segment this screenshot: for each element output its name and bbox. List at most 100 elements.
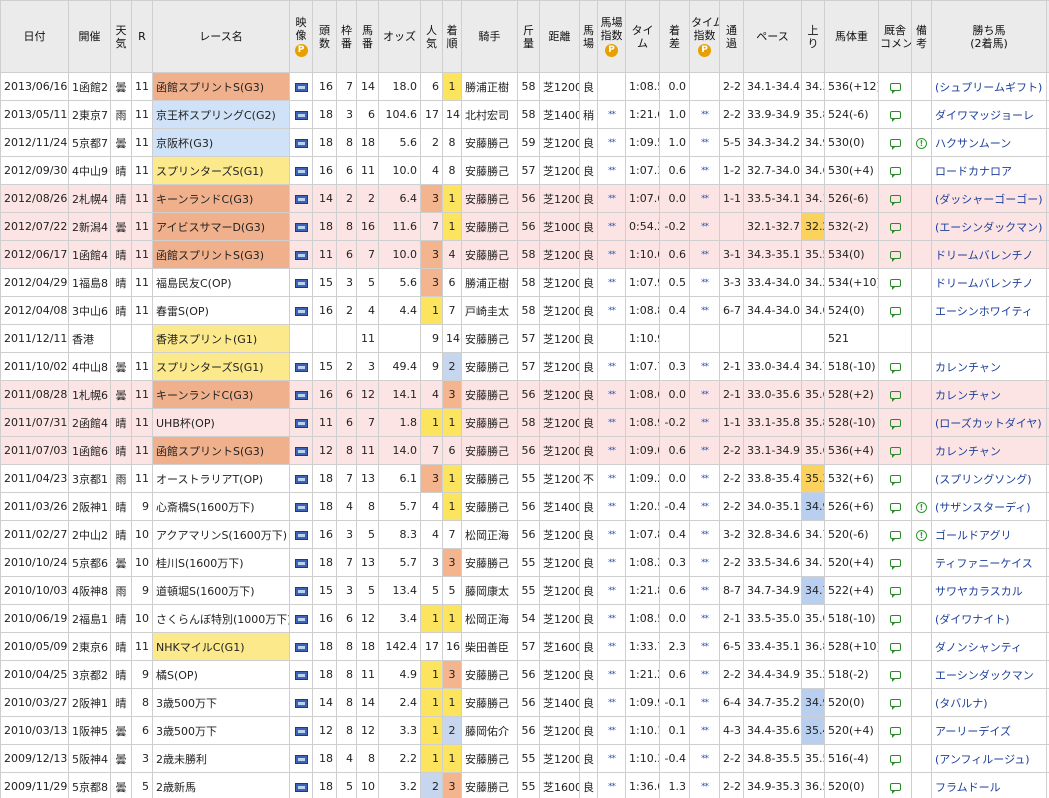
cell-race-name[interactable]: 函館スプリントS(G3) bbox=[152, 72, 290, 101]
cell-stable-comment[interactable] bbox=[878, 520, 912, 549]
header-remarks[interactable]: 備考 bbox=[911, 0, 932, 73]
cell-stable-comment[interactable] bbox=[878, 660, 912, 689]
cell-winner[interactable]: カレンチャン bbox=[931, 436, 1047, 465]
cell-stable-comment[interactable] bbox=[878, 128, 912, 157]
cell-winner[interactable]: サワヤカラスカル bbox=[931, 576, 1047, 605]
cell-video[interactable] bbox=[289, 716, 313, 745]
comment-bubble-icon[interactable] bbox=[889, 783, 901, 794]
cell-jockey[interactable]: 勝浦正樹 bbox=[461, 268, 518, 297]
cell-venue[interactable]: 5京都6 bbox=[68, 548, 111, 577]
header-body-weight[interactable]: 馬体重 bbox=[824, 0, 879, 73]
video-icon[interactable] bbox=[294, 110, 308, 120]
video-icon[interactable] bbox=[294, 754, 308, 764]
cell-stable-comment[interactable] bbox=[878, 492, 912, 521]
cell-date[interactable]: 2010/04/25 bbox=[0, 660, 69, 689]
cell-jockey[interactable]: 安藤勝己 bbox=[461, 184, 518, 213]
header-odds[interactable]: オッズ bbox=[378, 0, 421, 73]
cell-remarks[interactable] bbox=[911, 436, 932, 465]
cell-remarks[interactable] bbox=[911, 744, 932, 773]
cell-remarks[interactable] bbox=[911, 100, 932, 129]
cell-remarks[interactable] bbox=[911, 352, 932, 381]
comment-bubble-icon[interactable] bbox=[889, 587, 901, 598]
comment-bubble-icon[interactable] bbox=[889, 671, 901, 682]
cell-video[interactable] bbox=[289, 296, 313, 325]
cell-venue[interactable]: 3京都2 bbox=[68, 660, 111, 689]
cell-video[interactable] bbox=[289, 436, 313, 465]
cell-jockey[interactable]: 安藤勝己 bbox=[461, 436, 518, 465]
comment-bubble-icon[interactable] bbox=[889, 559, 901, 570]
comment-bubble-icon[interactable] bbox=[889, 307, 901, 318]
video-icon[interactable] bbox=[294, 614, 308, 624]
remark-alert-icon[interactable]: ! bbox=[916, 501, 927, 513]
cell-video[interactable] bbox=[289, 464, 313, 493]
cell-stable-comment[interactable] bbox=[878, 576, 912, 605]
cell-venue[interactable]: 2中山2 bbox=[68, 520, 111, 549]
cell-date[interactable]: 2011/07/31 bbox=[0, 408, 69, 437]
cell-video[interactable] bbox=[289, 352, 313, 381]
cell-date[interactable]: 2009/11/29 bbox=[0, 772, 69, 798]
comment-bubble-icon[interactable] bbox=[889, 279, 901, 290]
cell-race-name[interactable]: キーンランドC(G3) bbox=[152, 380, 290, 409]
header-distance[interactable]: 距離 bbox=[539, 0, 580, 73]
cell-winner[interactable]: ダイワマッジョーレ bbox=[931, 100, 1047, 129]
cell-remarks[interactable] bbox=[911, 464, 932, 493]
cell-winner[interactable]: ハクサンムーン bbox=[931, 128, 1047, 157]
cell-winner[interactable]: (スプリングソング) bbox=[931, 464, 1047, 493]
cell-date[interactable]: 2010/05/09 bbox=[0, 632, 69, 661]
header-passing[interactable]: 通過 bbox=[719, 0, 744, 73]
cell-date[interactable]: 2010/10/03 bbox=[0, 576, 69, 605]
cell-video[interactable] bbox=[289, 576, 313, 605]
cell-stable-comment[interactable] bbox=[878, 72, 912, 101]
cell-date[interactable]: 2011/07/03 bbox=[0, 436, 69, 465]
cell-date[interactable]: 2011/08/28 bbox=[0, 380, 69, 409]
cell-remarks[interactable] bbox=[911, 212, 932, 241]
cell-race-name[interactable]: 桂川S(1600万下) bbox=[152, 548, 290, 577]
cell-stable-comment[interactable] bbox=[878, 156, 912, 185]
video-icon[interactable] bbox=[294, 362, 308, 372]
comment-bubble-icon[interactable] bbox=[889, 447, 901, 458]
cell-date[interactable]: 2013/05/11 bbox=[0, 100, 69, 129]
cell-venue[interactable]: 5阪神4 bbox=[68, 744, 111, 773]
comment-bubble-icon[interactable] bbox=[889, 699, 901, 710]
cell-stable-comment[interactable] bbox=[878, 716, 912, 745]
cell-video[interactable] bbox=[289, 324, 313, 353]
header-gate[interactable]: 枠番 bbox=[336, 0, 357, 73]
cell-jockey[interactable]: 松岡正海 bbox=[461, 520, 518, 549]
cell-winner[interactable]: ティファニーケイス bbox=[931, 548, 1047, 577]
comment-bubble-icon[interactable] bbox=[889, 111, 901, 122]
cell-remarks[interactable]: ! bbox=[911, 520, 932, 549]
cell-race-name[interactable]: 2歳新馬 bbox=[152, 772, 290, 798]
cell-race-name[interactable]: スプリンターズS(G1) bbox=[152, 156, 290, 185]
video-icon[interactable] bbox=[294, 278, 308, 288]
cell-date[interactable]: 2010/03/27 bbox=[0, 688, 69, 717]
cell-jockey[interactable]: 北村宏司 bbox=[461, 100, 518, 129]
video-icon[interactable] bbox=[294, 530, 308, 540]
cell-race-name[interactable]: 3歳500万下 bbox=[152, 688, 290, 717]
cell-winner[interactable]: カレンチャン bbox=[931, 380, 1047, 409]
cell-remarks[interactable] bbox=[911, 296, 932, 325]
header-time-index[interactable]: タイム指数P bbox=[689, 0, 720, 73]
cell-stable-comment[interactable] bbox=[878, 436, 912, 465]
cell-winner[interactable]: フラムドール bbox=[931, 772, 1047, 798]
cell-venue[interactable]: 2阪神1 bbox=[68, 492, 111, 521]
video-icon[interactable] bbox=[294, 670, 308, 680]
cell-remarks[interactable] bbox=[911, 240, 932, 269]
video-icon[interactable] bbox=[294, 390, 308, 400]
cell-date[interactable]: 2012/06/17 bbox=[0, 240, 69, 269]
cell-winner[interactable]: ロードカナロア bbox=[931, 156, 1047, 185]
cell-video[interactable] bbox=[289, 548, 313, 577]
cell-remarks[interactable] bbox=[911, 72, 932, 101]
cell-jockey[interactable]: 安藤勝己 bbox=[461, 324, 518, 353]
cell-date[interactable]: 2012/04/08 bbox=[0, 296, 69, 325]
remark-alert-icon[interactable]: ! bbox=[916, 137, 927, 149]
header-video[interactable]: 映像P bbox=[289, 0, 313, 73]
cell-race-name[interactable]: アクアマリンS(1600万下) bbox=[152, 520, 290, 549]
cell-jockey[interactable]: 藤岡佑介 bbox=[461, 716, 518, 745]
video-icon[interactable] bbox=[294, 642, 308, 652]
video-icon[interactable] bbox=[294, 782, 308, 792]
cell-video[interactable] bbox=[289, 380, 313, 409]
cell-date[interactable]: 2012/08/26 bbox=[0, 184, 69, 213]
cell-stable-comment[interactable] bbox=[878, 632, 912, 661]
cell-race-name[interactable]: オーストラリアT(OP) bbox=[152, 464, 290, 493]
cell-remarks[interactable]: ! bbox=[911, 492, 932, 521]
